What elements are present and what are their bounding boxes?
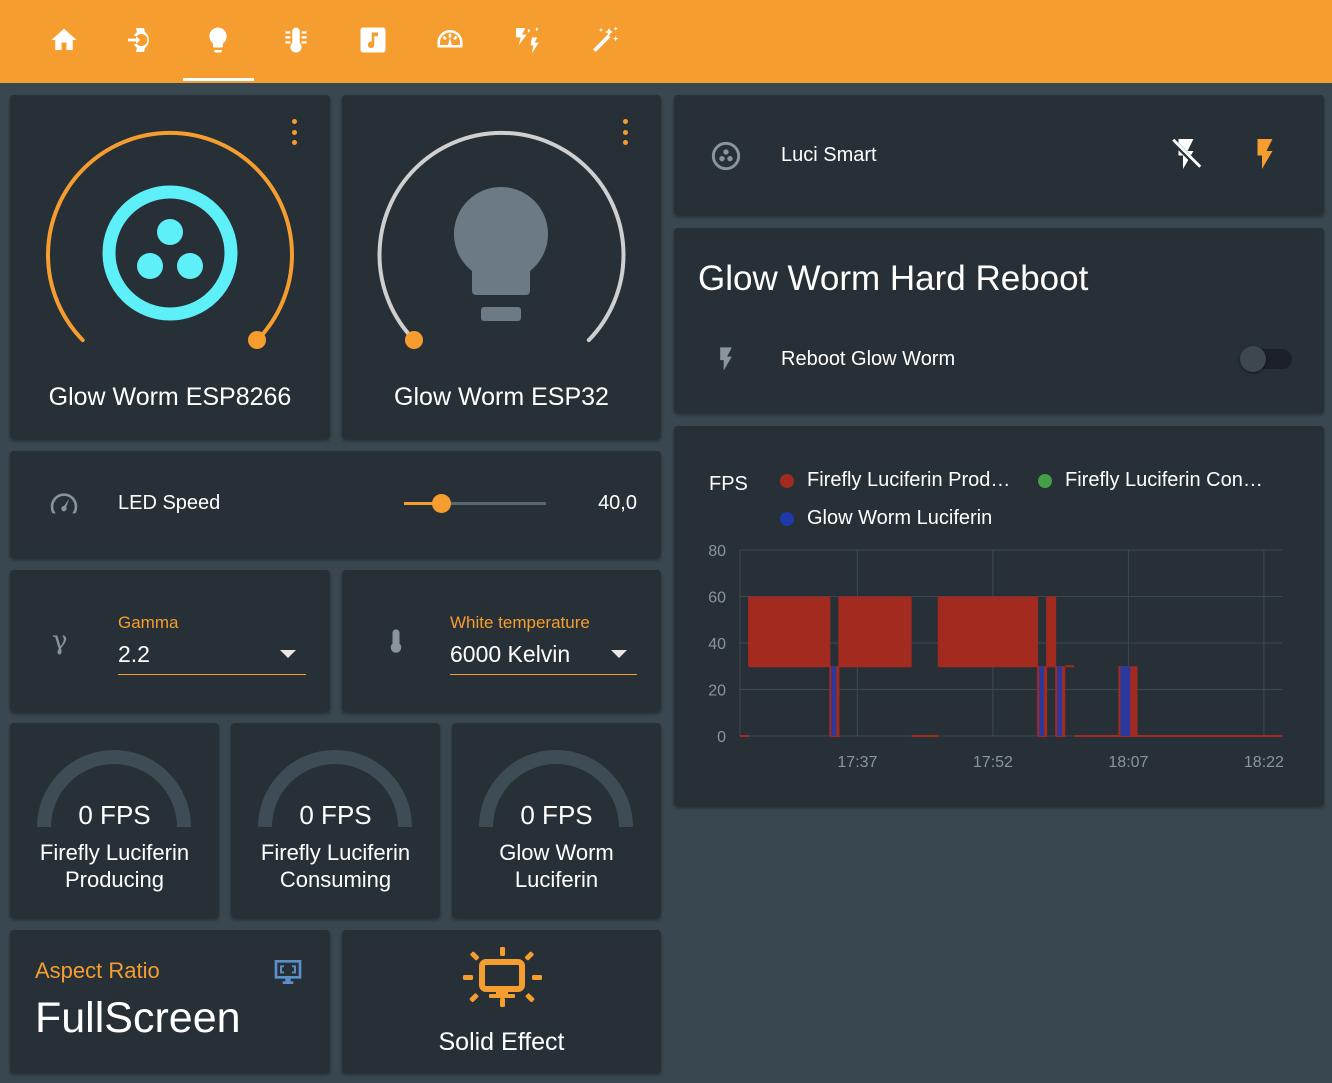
gauge-name-line2: Luciferin [514,867,599,892]
luciferin-icon [102,185,238,321]
brightness-slider-handle[interactable] [405,331,423,349]
lightbulb-icon [209,27,227,53]
luciferin-icon [711,141,741,171]
thermometer-icon [390,629,402,653]
tab-climate[interactable] [274,18,318,62]
brightness-dial[interactable] [342,95,661,365]
chevron-down-icon[interactable] [280,650,296,658]
x-tick-label: 18:07 [1108,754,1148,771]
fps-range-band [938,596,1039,667]
magic-wand-icon [593,26,619,52]
fps-history-card: FPS Firefly Luciferin Prod… Firefly Luci… [674,426,1324,806]
x-tick-label: 18:22 [1244,754,1284,771]
gamma-label: Gamma [118,613,179,632]
aspect-ratio-card[interactable]: Aspect Ratio FullScreen [10,930,330,1073]
fps-range-band [839,596,912,667]
reboot-toggle[interactable] [1240,346,1292,372]
chevron-down-icon[interactable] [611,650,627,658]
solid-effect-label: Solid Effect [438,1028,565,1056]
monitor-screenshot-icon [274,960,302,984]
gauge-name-line2: Consuming [279,867,392,892]
gauge-name-line2: Producing [64,867,165,892]
brightness-slider-handle[interactable] [248,331,266,349]
tab-media[interactable] [351,18,395,62]
solid-effect-card[interactable]: Solid Effect [342,930,661,1073]
gauge-value: 0 FPS [78,800,151,830]
watch-login-icon [128,28,149,52]
y-tick-label: 20 [708,683,726,700]
hard-reboot-card: Glow Worm Hard Reboot Reboot Glow Worm [674,228,1324,413]
top-nav-bar [0,0,1332,83]
white-temperature-label: White temperature [450,613,590,632]
tab-scenes[interactable] [583,18,627,62]
flash-icon[interactable] [1247,136,1283,172]
glow-worm-series-mark [1120,666,1131,736]
fps-range-band [749,596,831,667]
speedometer-icon [50,493,78,514]
x-tick-label: 17:37 [837,754,877,771]
y-tick-label: 80 [708,543,726,560]
home-icon [51,28,77,50]
light-name: Glow Worm ESP8266 [48,383,292,411]
hard-reboot-title: Glow Worm Hard Reboot [698,259,1089,298]
brightness-dial[interactable] [10,95,330,365]
led-speed-card: LED Speed 40,0 [10,451,661,558]
white-temperature-select-value[interactable]: 6000 Kelvin [450,641,570,668]
tab-home[interactable] [42,18,86,62]
monitor-sun-icon [463,947,542,1007]
tab-devices[interactable] [118,18,162,62]
flash-auto-icon [516,27,539,54]
music-box-icon [360,27,386,53]
white-temperature-card: White temperature 6000 Kelvin [342,570,661,712]
reboot-row-label: Reboot Glow Worm [781,348,956,370]
tab-lights[interactable] [196,18,240,62]
gamma-icon: γ [52,626,68,656]
y-tick-label: 40 [708,636,726,653]
gauge-icon [437,30,463,48]
y-tick-label: 60 [708,590,726,607]
luci-smart-card: Luci Smart [674,95,1324,215]
gamma-card: γ Gamma 2.2 [10,570,330,712]
led-speed-value: 40,0 [598,492,637,514]
glow-worm-series-mark [831,666,837,736]
reboot-toggle-thumb[interactable] [1240,346,1266,372]
lightbulb-icon [453,187,549,321]
fps-gauge-card-producing[interactable]: 0 FPS Firefly Luciferin Producing [10,723,219,918]
gauge-name-line1: Firefly Luciferin [260,840,411,865]
tab-effects[interactable] [506,18,550,62]
glow-worm-series-mark [1039,666,1045,736]
fps-range-band [1047,596,1057,667]
fps-line-chart: 80 60 40 20 0 17:37 17:52 18:07 18:22 [708,543,1284,771]
light-name: Glow Worm ESP32 [394,383,609,411]
gauge-value: 0 FPS [520,800,593,830]
gauge-value: 0 FPS [299,800,372,830]
fps-gauge-card-glow-worm[interactable]: 0 FPS Glow Worm Luciferin [452,723,661,918]
gauge-name-line1: Glow Worm [499,840,614,865]
flash-icon [720,347,732,371]
x-tick-label: 17:52 [973,754,1013,771]
aspect-ratio-value: FullScreen [35,994,241,1042]
y-tick-label: 0 [717,729,726,746]
gamma-select-value[interactable]: 2.2 [118,641,150,668]
flash-off-icon[interactable] [1168,136,1204,172]
active-tab-indicator [183,78,254,81]
gauge-name-line1: Firefly Luciferin [39,840,190,865]
light-card-esp32[interactable]: Glow Worm ESP32 [342,95,661,439]
thermometer-icon [285,27,307,53]
led-speed-slider-thumb[interactable] [432,494,451,513]
luci-smart-name: Luci Smart [781,144,877,166]
white-temperature-select-underline [450,674,637,675]
light-card-esp8266[interactable]: Glow Worm ESP8266 [10,95,330,439]
aspect-ratio-label: Aspect Ratio [35,958,160,983]
glow-worm-series-mark [1057,666,1063,736]
led-speed-label: LED Speed [118,492,221,514]
tab-gauges[interactable] [428,18,472,62]
fps-gauge-card-consuming[interactable]: 0 FPS Firefly Luciferin Consuming [231,723,440,918]
gamma-select-underline [118,674,306,675]
